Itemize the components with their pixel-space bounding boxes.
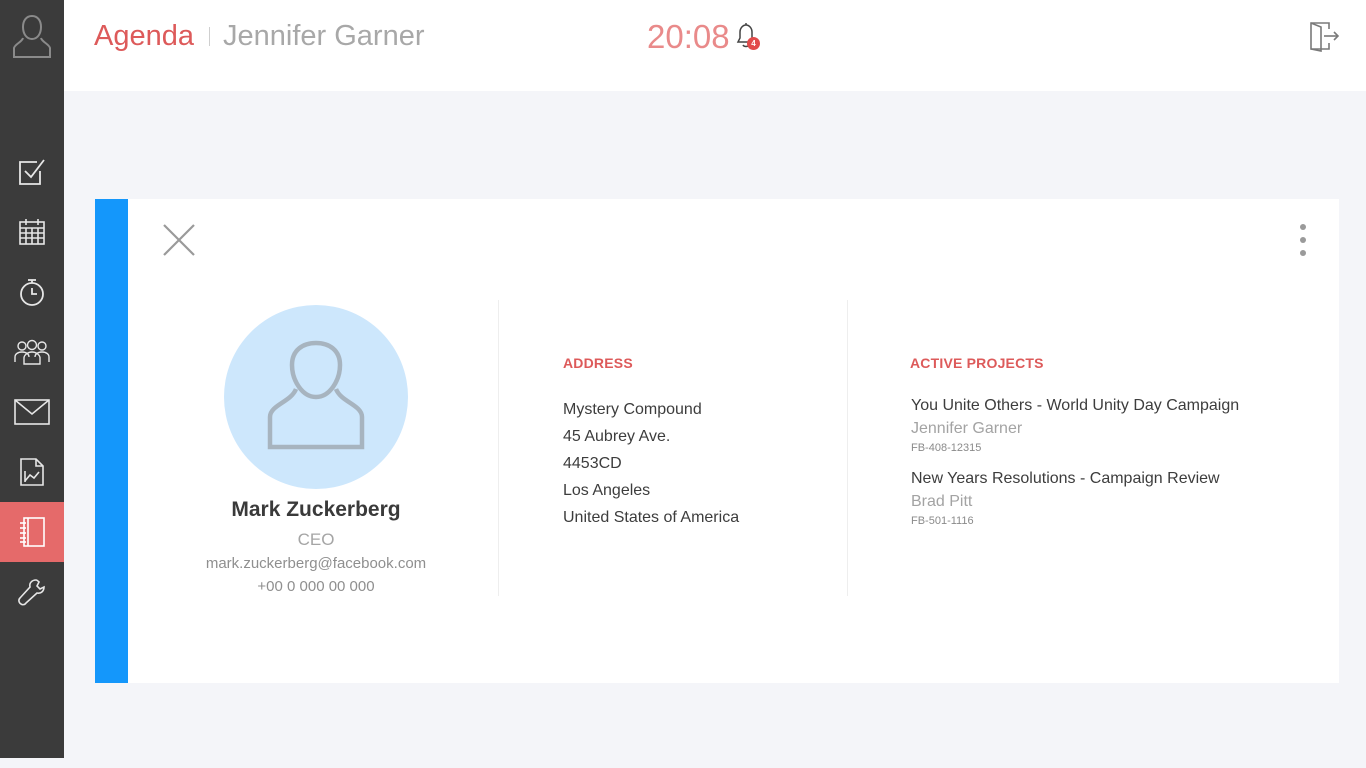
user-avatar-icon[interactable] [12, 12, 52, 62]
address-block: Mystery Compound 45 Aubrey Ave. 4453CD L… [563, 396, 739, 531]
sidebar-item-calendar[interactable] [0, 202, 64, 262]
project-item[interactable]: You Unite Others - World Unity Day Campa… [911, 396, 1291, 454]
logout-icon[interactable] [1307, 20, 1341, 52]
card-accent-bar [95, 199, 128, 683]
timer-icon [20, 279, 44, 306]
sidebar-item-timer[interactable] [0, 262, 64, 322]
more-options-icon[interactable] [1291, 223, 1315, 257]
contact-profile: Mark Zuckerberg CEO mark.zuckerberg@face… [206, 305, 426, 595]
project-code: FB-501-1116 [911, 515, 974, 527]
column-divider [498, 300, 499, 596]
active-projects-heading: ACTIVE PROJECTS [910, 355, 1044, 371]
column-divider [847, 300, 848, 596]
project-title: You Unite Others - World Unity Day Campa… [911, 397, 1240, 414]
address-line: Los Angeles [563, 482, 651, 499]
active-projects-list: You Unite Others - World Unity Day Campa… [911, 396, 1291, 542]
project-item[interactable]: New Years Resolutions - Campaign Review … [911, 469, 1291, 527]
close-icon[interactable] [162, 223, 196, 257]
address-line: 4453CD [563, 455, 622, 472]
current-user-name: Jennifer Garner [223, 20, 425, 52]
calendar-icon [19, 219, 45, 245]
contact-avatar [224, 305, 408, 489]
sidebar-item-settings[interactable] [0, 562, 64, 622]
header-divider [209, 27, 210, 46]
contact-role: CEO [297, 530, 335, 549]
app-title: Agenda [94, 20, 194, 52]
project-owner: Brad Pitt [911, 493, 973, 510]
person-icon [267, 340, 365, 450]
sidebar-item-tasks[interactable] [0, 142, 64, 202]
sidebar-item-address-book[interactable] [0, 502, 64, 562]
address-line: 45 Aubrey Ave. [563, 428, 671, 445]
clock: 20:08 [647, 18, 730, 55]
wrench-icon [18, 579, 45, 606]
address-line: United States of America [563, 509, 740, 526]
contact-card: Mark Zuckerberg CEO mark.zuckerberg@face… [95, 199, 1339, 683]
mail-icon [14, 399, 50, 425]
checkbox-icon [19, 159, 45, 185]
top-header: Agenda Jennifer Garner 20:08 4 [64, 0, 1366, 91]
sidebar-item-reports[interactable] [0, 442, 64, 502]
report-icon [20, 458, 44, 486]
project-code: FB-408-12315 [911, 442, 982, 454]
contact-phone[interactable]: +00 0 000 00 000 [216, 578, 416, 595]
sidebar [0, 0, 64, 758]
address-book-icon [20, 517, 45, 547]
team-icon [14, 339, 50, 365]
contact-email[interactable]: mark.zuckerberg@facebook.com [156, 555, 476, 572]
notification-badge: 4 [747, 37, 760, 50]
address-line: Mystery Compound [563, 401, 702, 418]
project-title: New Years Resolutions - Campaign Review [911, 470, 1220, 487]
sidebar-item-mail[interactable] [0, 382, 64, 442]
address-heading: ADDRESS [563, 355, 633, 371]
contact-name: Mark Zuckerberg [231, 498, 401, 521]
project-owner: Jennifer Garner [911, 420, 1023, 437]
sidebar-item-team[interactable] [0, 322, 64, 382]
